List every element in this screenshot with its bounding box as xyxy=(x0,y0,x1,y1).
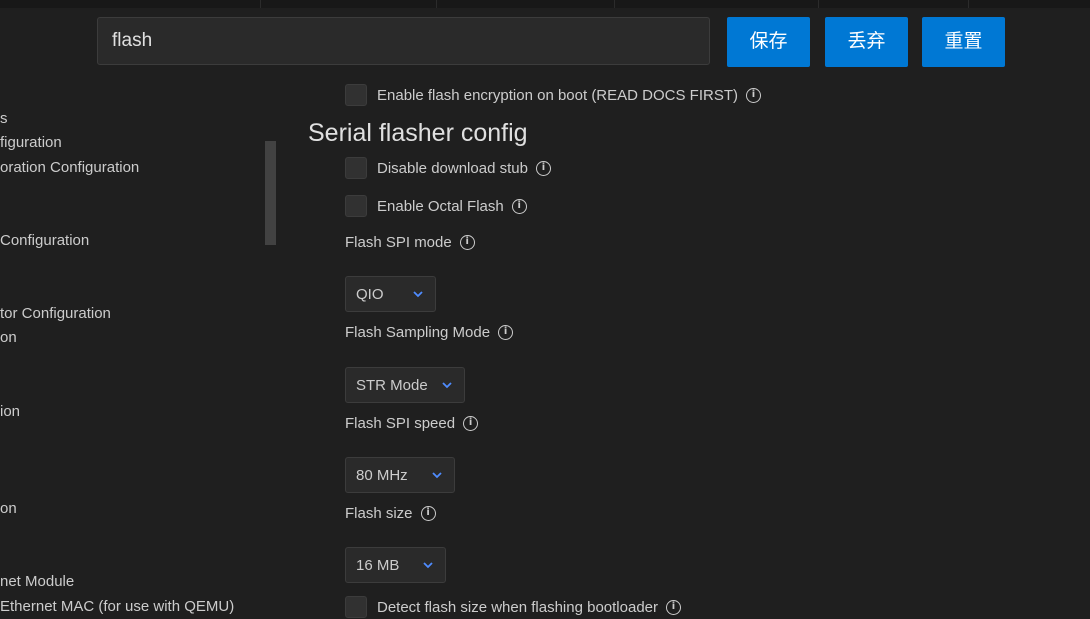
tab-divider xyxy=(968,0,969,8)
spi-speed-row: Flash SPI speed i xyxy=(345,415,479,432)
disable-stub-checkbox[interactable] xyxy=(345,157,367,179)
flash-size-row: Flash size i xyxy=(345,505,436,522)
spi-speed-select[interactable]: 80 MHz xyxy=(345,457,455,493)
spi-speed-label: Flash SPI speed xyxy=(345,415,456,432)
flash-encryption-checkbox[interactable] xyxy=(345,84,367,106)
tab-divider xyxy=(818,0,819,8)
sidebar-item[interactable]: net Module xyxy=(0,573,74,590)
info-icon[interactable]: i xyxy=(511,198,527,214)
info-icon[interactable]: i xyxy=(459,235,475,250)
sidebar-item[interactable]: Configuration xyxy=(0,232,89,249)
reset-button[interactable]: 重置 xyxy=(922,17,1005,67)
info-icon[interactable]: i xyxy=(498,325,514,340)
save-button[interactable]: 保存 xyxy=(727,17,810,67)
detect-size-checkbox[interactable] xyxy=(345,596,367,618)
flash-encryption-row: Enable flash encryption on boot (READ DO… xyxy=(345,84,761,106)
octal-flash-checkbox[interactable] xyxy=(345,195,367,217)
tab-divider xyxy=(260,0,261,8)
spi-speed-value: 80 MHz xyxy=(356,466,408,484)
section-title: Serial flasher config xyxy=(308,119,528,147)
info-icon[interactable]: i xyxy=(463,416,479,431)
info-icon[interactable]: i xyxy=(666,599,682,615)
info-icon[interactable]: i xyxy=(745,87,761,103)
chevron-down-icon xyxy=(423,562,433,569)
sidebar-item[interactable]: on xyxy=(0,500,17,517)
sidebar-item[interactable]: figuration xyxy=(0,134,62,151)
tab-divider xyxy=(436,0,437,8)
search-input[interactable]: flash xyxy=(97,17,710,65)
chevron-down-icon xyxy=(413,291,423,298)
sampling-mode-label: Flash Sampling Mode xyxy=(345,324,491,341)
flash-size-value: 16 MB xyxy=(356,556,400,574)
sidebar-scrollbar[interactable] xyxy=(265,141,276,245)
sidebar-item[interactable]: s xyxy=(0,110,8,127)
spi-mode-select[interactable]: QIO xyxy=(345,276,436,312)
sidebar-item[interactable]: ion xyxy=(0,403,20,420)
detect-size-row: Detect flash size when flashing bootload… xyxy=(345,596,682,618)
disable-stub-label: Disable download stub xyxy=(377,159,528,177)
tab-strip xyxy=(0,0,1090,8)
detect-size-label: Detect flash size when flashing bootload… xyxy=(377,598,659,616)
sidebar-item[interactable]: tor Configuration xyxy=(0,305,111,322)
spi-mode-label: Flash SPI mode xyxy=(345,234,452,251)
octal-flash-label: Enable Octal Flash xyxy=(377,197,504,215)
chevron-down-icon xyxy=(432,472,442,479)
flash-size-select[interactable]: 16 MB xyxy=(345,547,446,583)
flash-size-label: Flash size xyxy=(345,505,413,522)
spi-mode-row: Flash SPI mode i xyxy=(345,234,475,251)
sidebar-item[interactable]: oration Configuration xyxy=(0,159,139,176)
disable-stub-row: Disable download stub i xyxy=(345,157,551,179)
discard-button[interactable]: 丢弃 xyxy=(825,17,908,67)
flash-encryption-label: Enable flash encryption on boot (READ DO… xyxy=(377,86,738,104)
chevron-down-icon xyxy=(442,382,452,389)
octal-flash-row: Enable Octal Flash i xyxy=(345,195,527,217)
tab-divider xyxy=(614,0,615,8)
sampling-mode-row: Flash Sampling Mode i xyxy=(345,324,514,341)
sampling-mode-value: STR Mode xyxy=(356,376,428,394)
sidebar-item[interactable]: on xyxy=(0,329,17,346)
spi-mode-value: QIO xyxy=(356,285,384,303)
info-icon[interactable]: i xyxy=(535,160,551,176)
sampling-mode-select[interactable]: STR Mode xyxy=(345,367,465,403)
sidebar-item[interactable]: Ethernet MAC (for use with QEMU) xyxy=(0,598,234,615)
info-icon[interactable]: i xyxy=(420,506,436,521)
